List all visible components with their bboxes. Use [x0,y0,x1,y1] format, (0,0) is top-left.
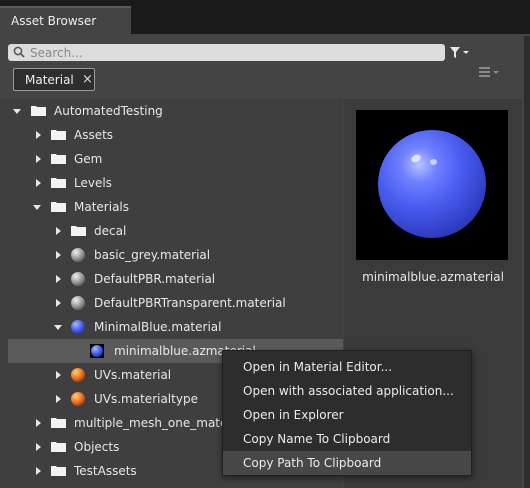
tree-item-levels[interactable]: Levels [0,171,343,195]
grey-material-icon [71,296,85,310]
material-preview-image [356,110,508,260]
tree-item-label: Materials [74,200,130,214]
folder-icon [51,154,66,164]
tree-item-label: Gem [74,152,103,166]
search-box[interactable] [8,44,445,61]
filter-chip-label: Material [25,73,74,87]
tree-item-basic-grey-material[interactable]: basic_grey.material [0,243,343,267]
expanded-arrow-icon[interactable] [13,109,21,114]
collapsed-arrow-icon[interactable] [56,395,61,403]
folder-icon [51,442,66,452]
menu-item-open-in-material-editor[interactable]: Open in Material Editor... [223,355,471,379]
tree-item-label: DefaultPBRTransparent.material [94,296,286,310]
tree-item-label: AutomatedTesting [54,104,163,118]
filter-icon[interactable] [448,44,474,61]
filter-chip-material: Material × [13,68,95,91]
folder-icon [51,130,66,140]
collapsed-arrow-icon[interactable] [36,419,41,427]
window-edge [524,36,530,488]
tree-item-label: multiple_mesh_one_material [74,416,247,430]
collapsed-arrow-icon[interactable] [36,443,41,451]
expanded-arrow-icon[interactable] [33,205,41,210]
tree-item-label: Objects [74,440,120,454]
folder-icon [71,226,86,236]
tree-item-minimalblue-material[interactable]: MinimalBlue.material [0,315,343,339]
tree-item-materials[interactable]: Materials [0,195,343,219]
collapsed-arrow-icon[interactable] [56,251,61,259]
expanded-arrow-icon[interactable] [54,325,62,330]
tree-item-label: Levels [74,176,112,190]
grey-material-icon [71,272,85,286]
grey-material-icon [71,248,85,262]
folder-icon [51,202,66,212]
blue-material-icon [90,344,104,358]
blue-sphere-preview [378,130,486,238]
tree-item-gem[interactable]: Gem [0,147,343,171]
folder-icon [31,106,46,116]
search-icon [13,46,25,58]
specular-highlight [430,159,437,165]
tree-item-label: Assets [74,128,114,142]
blue-material-icon [71,320,85,334]
context-menu: Open in Material Editor... Open with ass… [222,350,472,476]
tree-item-defaultpbrtransparent-material[interactable]: DefaultPBRTransparent.material [0,291,343,315]
collapsed-arrow-icon[interactable] [56,227,61,235]
menu-item-copy-path[interactable]: Copy Path To Clipboard [223,451,471,475]
tab-bar: Asset Browser [0,0,530,36]
menu-item-open-in-explorer[interactable]: Open in Explorer [223,403,471,427]
tree-item-label: TestAssets [74,464,137,478]
menu-item-copy-name[interactable]: Copy Name To Clipboard [223,427,471,451]
folder-icon [51,178,66,188]
menu-item-open-with-associated-application[interactable]: Open with associated application... [223,379,471,403]
remove-filter-icon[interactable]: × [82,72,93,87]
tree-item-automatedtesting[interactable]: AutomatedTesting [0,99,343,123]
tree-item-defaultpbr-material[interactable]: DefaultPBR.material [0,267,343,291]
tree-item-label: UVs.materialtype [94,392,198,406]
tree-item-label: MinimalBlue.material [94,320,222,334]
collapsed-arrow-icon[interactable] [56,371,61,379]
tree-item-label: DefaultPBR.material [94,272,216,286]
tree-item-label: UVs.material [94,368,172,382]
tree-item-assets[interactable]: Assets [0,123,343,147]
tree-item-label: decal [94,224,127,238]
folder-icon [51,418,66,428]
uv-material-icon [71,392,85,406]
preview-asset-name: minimalblue.azmaterial [362,270,504,284]
tree-item-label: basic_grey.material [94,248,211,262]
view-options-icon[interactable] [477,64,503,80]
collapsed-arrow-icon[interactable] [36,155,41,163]
collapsed-arrow-icon[interactable] [36,131,41,139]
folder-icon [51,466,66,476]
collapsed-arrow-icon[interactable] [36,179,41,187]
tree-item-decal[interactable]: decal [0,219,343,243]
collapsed-arrow-icon[interactable] [56,299,61,307]
tab-asset-browser[interactable]: Asset Browser [0,6,131,36]
collapsed-arrow-icon[interactable] [36,467,41,475]
uv-material-icon [71,368,85,382]
search-input[interactable] [30,44,440,61]
collapsed-arrow-icon[interactable] [56,275,61,283]
